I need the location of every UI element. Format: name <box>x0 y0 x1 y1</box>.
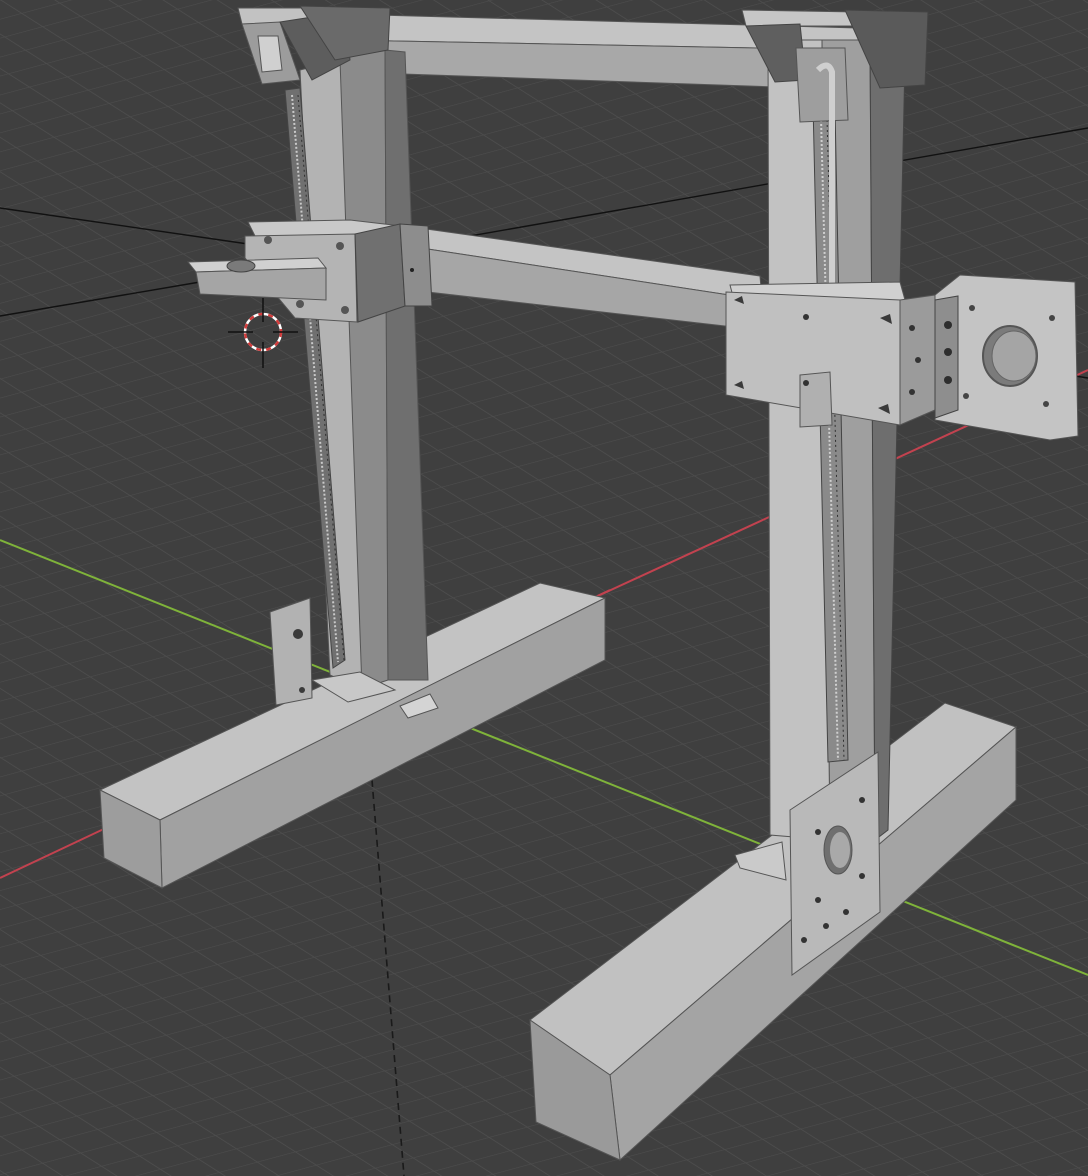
right-upright[interactable] <box>767 39 906 842</box>
x-motor-mount[interactable] <box>934 274 1079 441</box>
viewport-scene[interactable] <box>0 0 1088 1176</box>
3d-viewport[interactable] <box>0 0 1088 1176</box>
